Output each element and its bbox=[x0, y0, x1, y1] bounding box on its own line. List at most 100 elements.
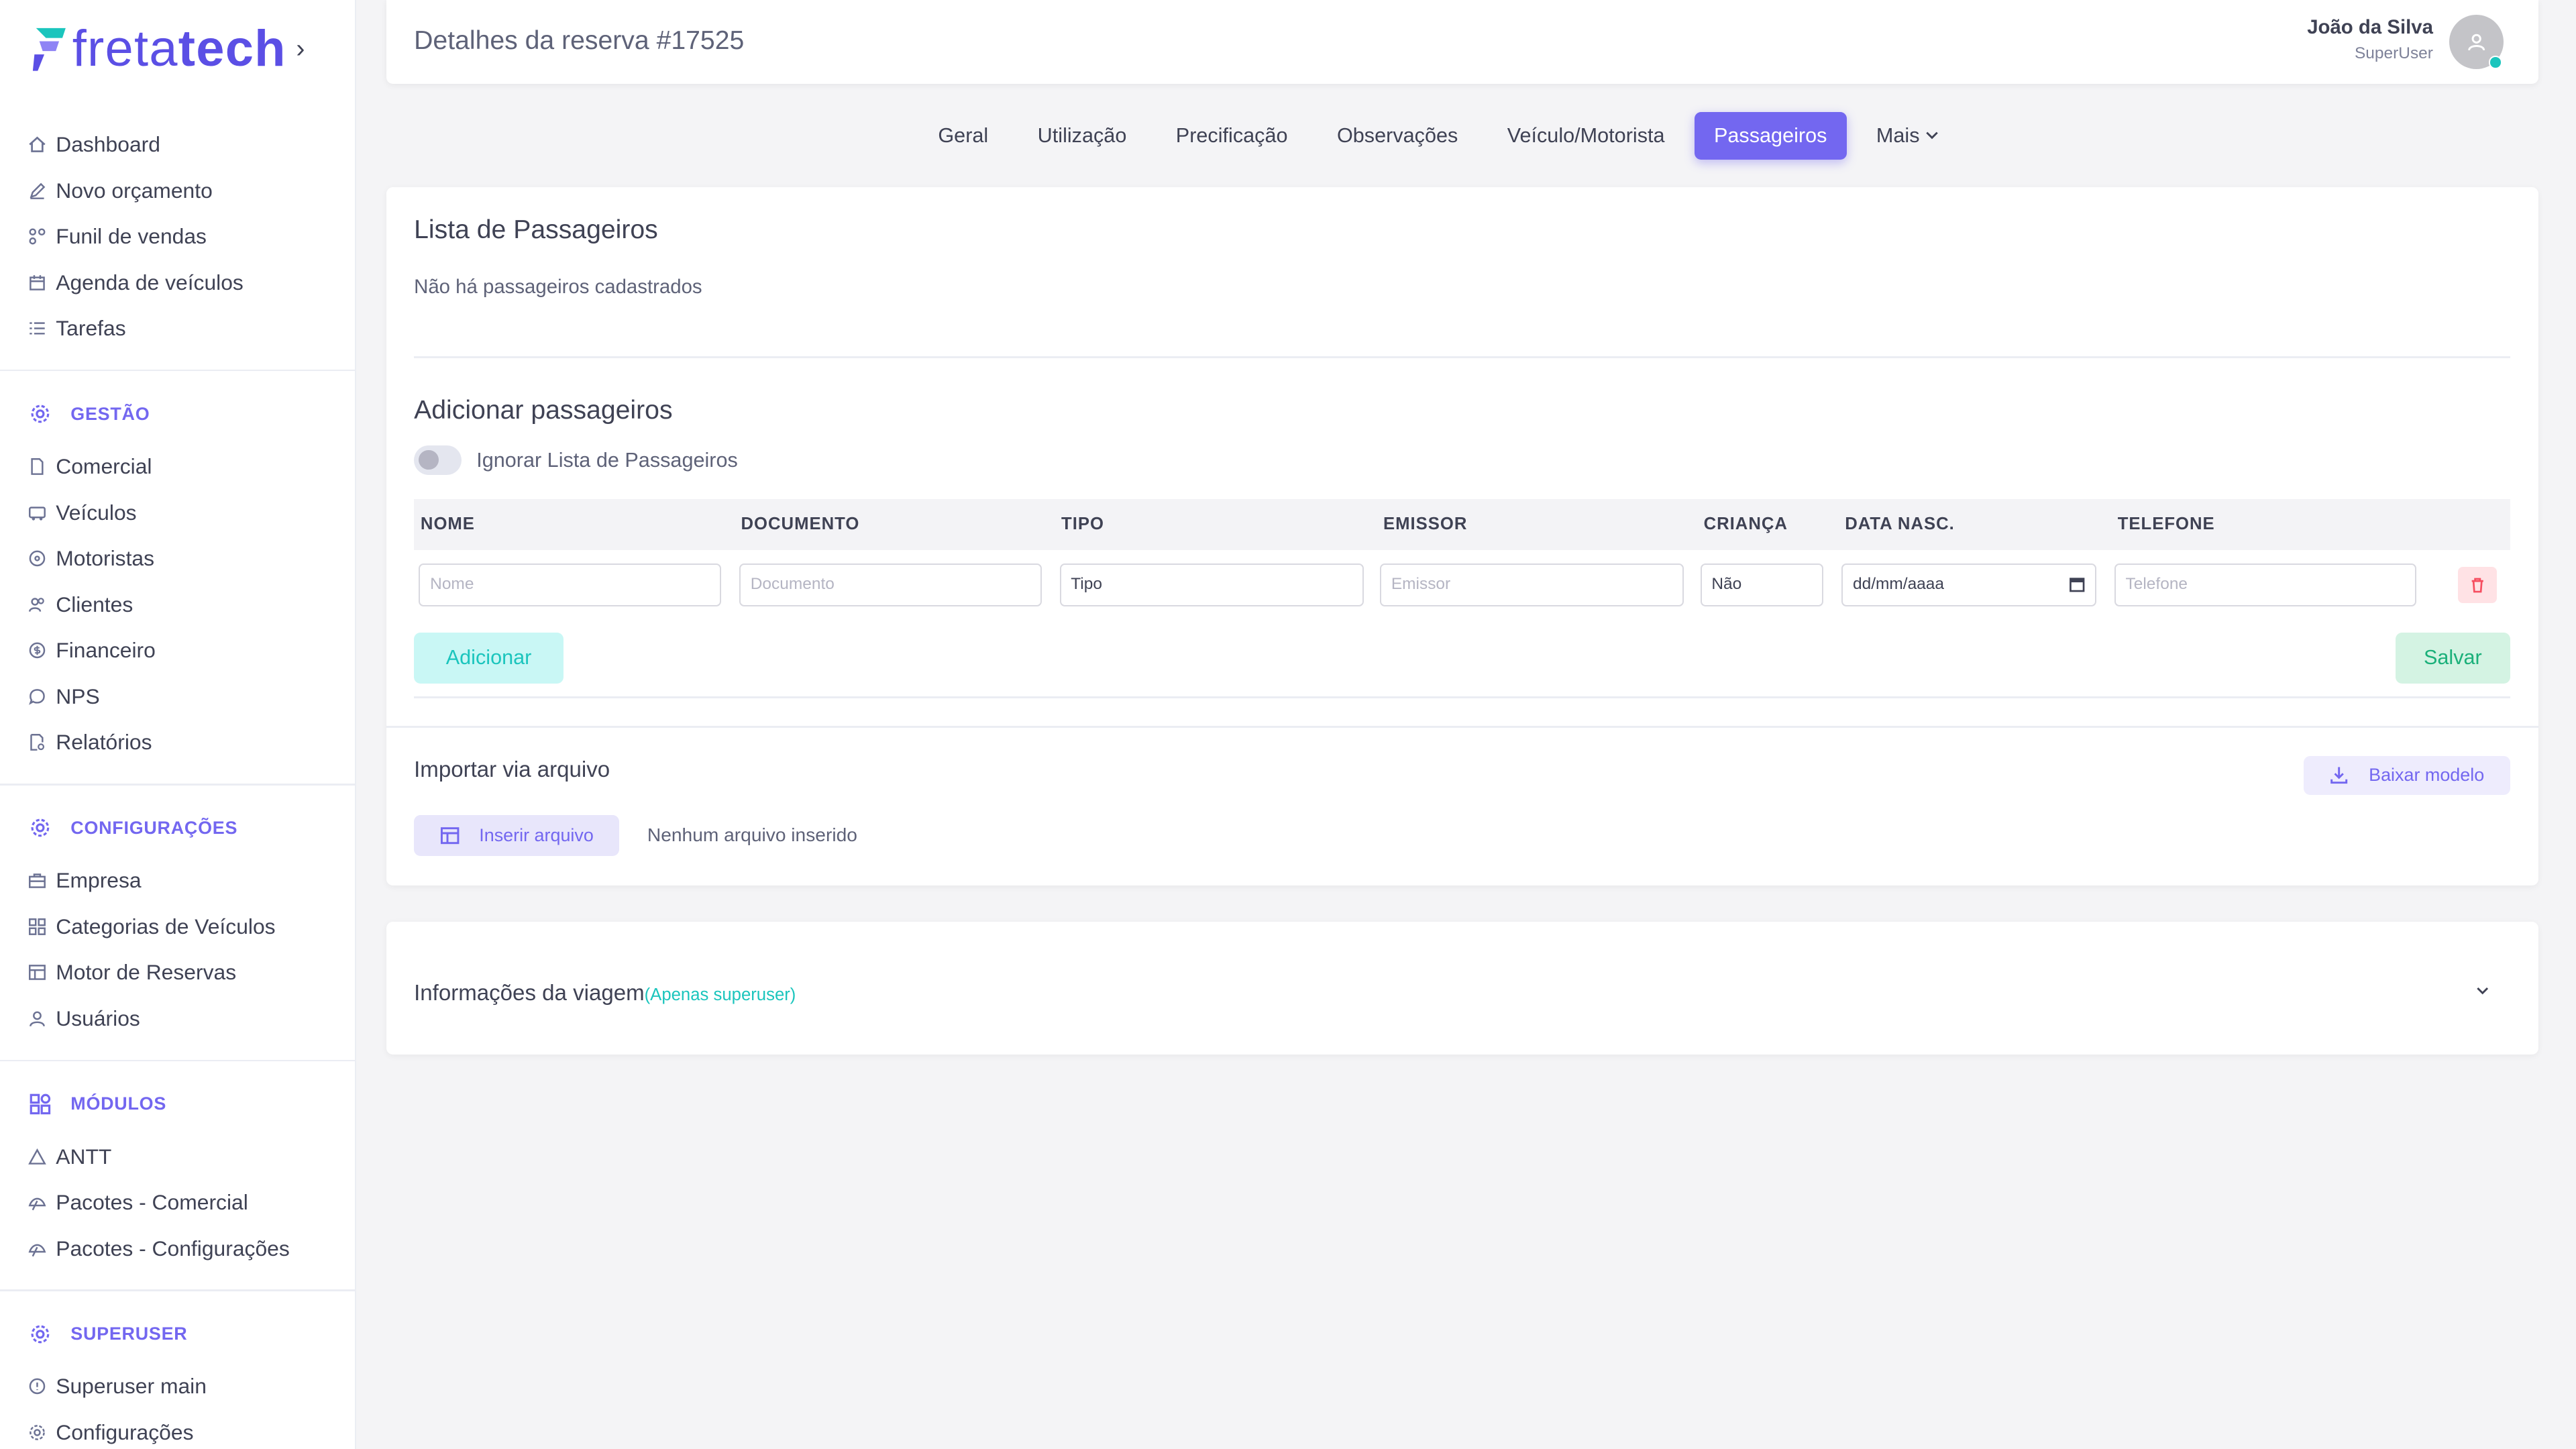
sidebar-item-categorias-de-veiculos[interactable]: Categorias de Veículos bbox=[28, 910, 276, 943]
fretatech-logo[interactable]: fretatech › bbox=[30, 19, 305, 78]
users-icon bbox=[28, 596, 46, 614]
sidebar-item-label: Relatórios bbox=[56, 730, 152, 755]
sidebar-item-clientes[interactable]: Clientes bbox=[28, 588, 133, 621]
column-header-emissor: EMISSOR bbox=[1383, 515, 1468, 534]
download-template-button[interactable]: Baixar modelo bbox=[2303, 755, 2511, 796]
chevron-down-icon[interactable] bbox=[2473, 981, 2492, 1000]
sidebar-divider bbox=[0, 784, 357, 786]
sidebar-item-label: Novo orçamento bbox=[56, 178, 213, 203]
reservation-tabs: Geral Utilização Precificação Observaçõe… bbox=[918, 111, 1969, 160]
steering-wheel-icon bbox=[28, 549, 46, 568]
info-icon bbox=[28, 1377, 46, 1395]
sidebar-item-label: Empresa bbox=[56, 868, 142, 893]
sidebar-item-label: NPS bbox=[56, 684, 100, 708]
sidebar-item-label: Motoristas bbox=[56, 546, 155, 571]
crianca-select[interactable]: Não bbox=[1700, 563, 1824, 606]
list-icon bbox=[28, 319, 46, 337]
sidebar-item-motor-de-reservas[interactable]: Motor de Reservas bbox=[28, 956, 237, 989]
telefone-input[interactable]: Telefone bbox=[2114, 563, 2417, 606]
briefcase-icon bbox=[28, 871, 46, 890]
tab-passageiros[interactable]: Passageiros bbox=[1694, 111, 1847, 160]
trip-info-title: Informações da viagem(Apenas superuser) bbox=[414, 981, 796, 1006]
sidebar-item-agenda-de-veiculos[interactable]: Agenda de veículos bbox=[28, 266, 244, 299]
sidebar-item-nps[interactable]: NPS bbox=[28, 680, 100, 713]
sidebar-item-pacotes-comercial[interactable]: Pacotes - Comercial bbox=[28, 1186, 248, 1219]
document-icon bbox=[28, 458, 46, 476]
sidebar-item-label: Pacotes - Comercial bbox=[56, 1190, 248, 1215]
sidebar-item-novo-orcamento[interactable]: Novo orçamento bbox=[28, 174, 213, 207]
avatar[interactable] bbox=[2449, 15, 2504, 69]
section-title-gestao: GESTÃO bbox=[30, 398, 150, 431]
sidebar-divider bbox=[0, 1289, 357, 1291]
tab-observacoes[interactable]: Observações bbox=[1318, 112, 1478, 160]
tab-veiculo-motorista[interactable]: Veículo/Motorista bbox=[1487, 112, 1684, 160]
sidebar-item-tarefas[interactable]: Tarefas bbox=[28, 312, 126, 345]
table-icon bbox=[28, 963, 46, 981]
sidebar-item-label: Funil de vendas bbox=[56, 224, 207, 249]
sidebar-item-comercial[interactable]: Comercial bbox=[28, 450, 152, 483]
sidebar-item-relatorios[interactable]: Relatórios bbox=[28, 726, 152, 759]
save-button[interactable]: Salvar bbox=[2395, 632, 2511, 684]
add-passenger-button[interactable]: Adicionar bbox=[414, 632, 564, 684]
data-nasc-input[interactable]: dd/mm/aaaa bbox=[1841, 563, 2096, 606]
list-title: Lista de Passageiros bbox=[414, 215, 658, 244]
insert-file-button[interactable]: Inserir arquivo bbox=[414, 814, 620, 856]
tipo-select[interactable]: Tipo bbox=[1059, 563, 1364, 606]
download-icon bbox=[2330, 767, 2348, 784]
download-template-label: Baixar modelo bbox=[2369, 765, 2485, 786]
nome-input[interactable]: Nome bbox=[419, 563, 722, 606]
user-name: João da Silva bbox=[2307, 16, 2433, 39]
user-info[interactable]: João da Silva SuperUser bbox=[2307, 16, 2433, 62]
table-icon bbox=[440, 826, 459, 844]
sidebar-item-usuarios[interactable]: Usuários bbox=[28, 1002, 140, 1035]
home-icon bbox=[28, 136, 46, 154]
trip-info-card[interactable]: Informações da viagem(Apenas superuser) bbox=[386, 921, 2538, 1055]
column-header-nome: NOME bbox=[420, 515, 475, 534]
emissor-input[interactable]: Emissor bbox=[1380, 563, 1684, 606]
data-nasc-value: dd/mm/aaaa bbox=[1853, 574, 1945, 593]
sidebar-divider bbox=[0, 1059, 357, 1062]
sidebar-item-empresa[interactable]: Empresa bbox=[28, 864, 142, 897]
delete-row-button[interactable] bbox=[2457, 566, 2498, 603]
sidebar-item-label: Clientes bbox=[56, 592, 133, 616]
online-status-dot bbox=[2489, 56, 2502, 69]
empty-list-text: Não há passageiros cadastrados bbox=[414, 276, 702, 299]
import-title: Importar via arquivo bbox=[414, 757, 610, 782]
sidebar-item-funil-de-vendas[interactable]: Funil de vendas bbox=[28, 220, 207, 253]
sidebar-item-veiculos[interactable]: Veículos bbox=[28, 496, 137, 529]
sidebar-item-label: Dashboard bbox=[56, 132, 160, 156]
sidebar-toggle-chevron-icon[interactable]: › bbox=[296, 34, 305, 64]
sidebar-item-label: Configurações bbox=[56, 1420, 194, 1445]
bus-icon bbox=[28, 504, 46, 522]
user-icon bbox=[2468, 34, 2485, 51]
sidebar-item-antt[interactable]: ANTT bbox=[28, 1140, 111, 1173]
sidebar-item-financeiro[interactable]: Financeiro bbox=[28, 634, 156, 667]
tab-precificacao[interactable]: Precificação bbox=[1156, 112, 1307, 160]
insert-file-label: Inserir arquivo bbox=[479, 824, 594, 845]
sidebar-item-label: Motor de Reservas bbox=[56, 960, 237, 985]
sidebar-item-label: Pacotes - Configurações bbox=[56, 1236, 290, 1260]
passengers-card: Lista de Passageiros Não há passageiros … bbox=[386, 187, 2538, 885]
tab-utilizacao[interactable]: Utilização bbox=[1018, 112, 1146, 160]
triangle-icon bbox=[28, 1148, 46, 1166]
documento-input[interactable]: Documento bbox=[739, 563, 1042, 606]
tab-mais-label: Mais bbox=[1876, 123, 1920, 147]
column-header-tipo: TIPO bbox=[1061, 515, 1104, 534]
gear-icon bbox=[30, 403, 51, 425]
user-role: SuperUser bbox=[2354, 44, 2433, 62]
sidebar-item-pacotes-configuracoes[interactable]: Pacotes - Configurações bbox=[28, 1232, 290, 1265]
sidebar-divider bbox=[0, 370, 357, 372]
ignore-list-toggle[interactable] bbox=[414, 445, 462, 475]
tab-mais[interactable]: Mais bbox=[1857, 112, 1960, 160]
sidebar-item-motoristas[interactable]: Motoristas bbox=[28, 542, 154, 575]
sidebar-item-dashboard[interactable]: Dashboard bbox=[28, 128, 160, 161]
no-file-text: Nenhum arquivo inserido bbox=[647, 824, 857, 846]
sidebar-item-configuracoes[interactable]: Configurações bbox=[28, 1416, 194, 1449]
gear-icon bbox=[30, 817, 51, 839]
calendar-icon[interactable] bbox=[2069, 576, 2085, 592]
import-divider bbox=[386, 726, 2538, 728]
sidebar-item-superuser-main[interactable]: Superuser main bbox=[28, 1370, 207, 1403]
tab-geral[interactable]: Geral bbox=[918, 112, 1008, 160]
add-title: Adicionar passageiros bbox=[414, 396, 673, 425]
sidebar-item-label: Agenda de veículos bbox=[56, 270, 244, 294]
